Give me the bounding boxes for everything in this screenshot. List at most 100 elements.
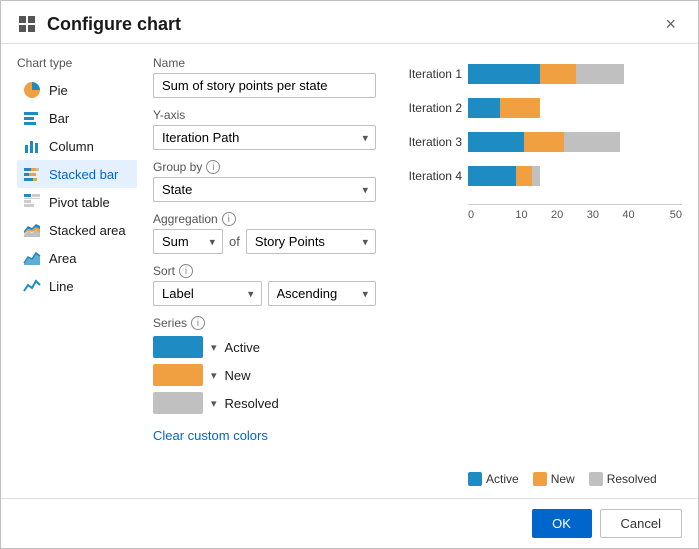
sidebar-item-stacked-area-label: Stacked area <box>49 223 126 238</box>
legend-item-resolved: Resolved <box>589 472 657 486</box>
close-button[interactable]: × <box>659 13 682 35</box>
sort-info-icon[interactable]: i <box>179 264 193 278</box>
bar-row: Iteration 4 <box>392 166 682 186</box>
cancel-button[interactable]: Cancel <box>600 509 682 538</box>
series-chevron-resolved[interactable]: ▾ <box>211 397 217 410</box>
sidebar-item-pivot-label: Pivot table <box>49 195 110 210</box>
series-section: Series i ▾ Active ▾ New ▾ R <box>153 316 376 443</box>
sidebar-item-pie[interactable]: Pie <box>17 76 137 104</box>
sidebar-item-area[interactable]: Area <box>17 244 137 272</box>
x-axis: 01020304050 <box>468 204 682 221</box>
pivot-icon <box>23 193 41 211</box>
legend-color <box>468 472 482 486</box>
legend-color <box>589 472 603 486</box>
name-input[interactable] <box>153 73 376 98</box>
bar-segment-resolved <box>576 64 624 84</box>
bar-segments <box>468 166 540 186</box>
groupby-info-icon[interactable]: i <box>206 160 220 174</box>
sidebar-item-column[interactable]: Column <box>17 132 137 160</box>
bar-segments <box>468 64 624 84</box>
bar-segment-new <box>524 132 564 152</box>
legend-item-new: New <box>533 472 575 486</box>
dialog-header: Configure chart × <box>1 1 698 44</box>
aggregation-sum-wrapper: Sum Count ▾ <box>153 229 223 254</box>
series-chevron-active[interactable]: ▾ <box>211 341 217 354</box>
aggregation-field-wrapper: Story Points Remaining Work ▾ <box>246 229 376 254</box>
bar-segment-resolved <box>532 166 540 186</box>
bar-segment-active <box>468 132 524 152</box>
groupby-label: Group by i <box>153 160 376 174</box>
series-color-resolved[interactable] <box>153 392 203 414</box>
aggregation-info-icon[interactable]: i <box>222 212 236 226</box>
legend-color <box>533 472 547 486</box>
series-item-new: ▾ New <box>153 364 376 386</box>
column-chart-icon <box>23 137 41 155</box>
clear-colors-link[interactable]: Clear custom colors <box>153 428 268 443</box>
series-name-resolved: Resolved <box>225 396 279 411</box>
sort-label-text: Sort <box>153 264 175 278</box>
stacked-bar-icon <box>23 165 41 183</box>
series-color-active[interactable] <box>153 336 203 358</box>
groupby-select-wrapper: State Assigned To ▾ <box>153 177 376 202</box>
chart-area: Iteration 1 Iteration 2 Iteration 3 Iterati… <box>392 56 682 462</box>
dialog-body: Chart type Pie Bar <box>1 44 698 498</box>
sidebar-item-stacked-bar-label: Stacked bar <box>49 167 118 182</box>
legend-label: New <box>551 472 575 486</box>
x-tick: 10 <box>504 209 540 221</box>
sort-dir-select[interactable]: Ascending Descending <box>268 281 377 306</box>
groupby-label-text: Group by <box>153 160 202 174</box>
area-chart-icon <box>23 249 41 267</box>
sidebar-item-bar-label: Bar <box>49 111 69 126</box>
series-chevron-new[interactable]: ▾ <box>211 369 217 382</box>
bar-row-label: Iteration 1 <box>392 67 462 81</box>
bar-segment-new <box>540 64 576 84</box>
legend-label: Resolved <box>607 472 657 486</box>
grid-icon <box>17 14 37 34</box>
bar-row-label: Iteration 2 <box>392 101 462 115</box>
bar-row: Iteration 3 <box>392 132 682 152</box>
series-label-text: Series <box>153 316 187 330</box>
title-row: Configure chart <box>17 14 181 35</box>
series-item-active: ▾ Active <box>153 336 376 358</box>
yaxis-select[interactable]: Iteration Path Area Path <box>153 125 376 150</box>
chart-legend: Active New Resolved <box>468 472 682 486</box>
aggregation-label: Aggregation i <box>153 212 376 226</box>
series-info-icon[interactable]: i <box>191 316 205 330</box>
x-tick: 40 <box>611 209 647 221</box>
sidebar-item-pie-label: Pie <box>49 83 68 98</box>
sidebar-item-area-label: Area <box>49 251 76 266</box>
configure-chart-dialog: Configure chart × Chart type Pie Ba <box>0 0 699 549</box>
ok-button[interactable]: OK <box>532 509 592 538</box>
legend-label: Active <box>486 472 519 486</box>
x-tick: 0 <box>468 209 504 221</box>
bar-chart-icon <box>23 109 41 127</box>
sort-by-select[interactable]: Label Value <box>153 281 262 306</box>
bar-chart: Iteration 1 Iteration 2 Iteration 3 Iterati… <box>392 64 682 221</box>
x-tick: 20 <box>539 209 575 221</box>
yaxis-label: Y-axis <box>153 108 376 122</box>
sidebar-item-line[interactable]: Line <box>17 272 137 300</box>
sidebar-item-pivot[interactable]: Pivot table <box>17 188 137 216</box>
sidebar-item-stacked-area[interactable]: Stacked area <box>17 216 137 244</box>
sidebar-item-stacked-bar[interactable]: Stacked bar <box>17 160 137 188</box>
series-label-row: Series i <box>153 316 376 330</box>
legend-item-active: Active <box>468 472 519 486</box>
series-item-resolved: ▾ Resolved <box>153 392 376 414</box>
series-label: Series i <box>153 316 205 330</box>
aggregation-sum-select[interactable]: Sum Count <box>153 229 223 254</box>
chart-type-label: Chart type <box>17 56 137 70</box>
config-panel: Name Y-axis Iteration Path Area Path ▾ G… <box>153 56 376 486</box>
sort-label: Sort i <box>153 264 376 278</box>
sidebar-item-line-label: Line <box>49 279 74 294</box>
yaxis-select-wrapper: Iteration Path Area Path ▾ <box>153 125 376 150</box>
groupby-select[interactable]: State Assigned To <box>153 177 376 202</box>
aggregation-field-select[interactable]: Story Points Remaining Work <box>246 229 376 254</box>
bar-segment-active <box>468 166 516 186</box>
bar-segment-new <box>516 166 532 186</box>
aggregation-of-text: of <box>229 234 240 249</box>
sidebar-item-bar[interactable]: Bar <box>17 104 137 132</box>
line-chart-icon <box>23 277 41 295</box>
series-color-new[interactable] <box>153 364 203 386</box>
name-label: Name <box>153 56 376 70</box>
sort-by-wrapper: Label Value ▾ <box>153 281 262 306</box>
